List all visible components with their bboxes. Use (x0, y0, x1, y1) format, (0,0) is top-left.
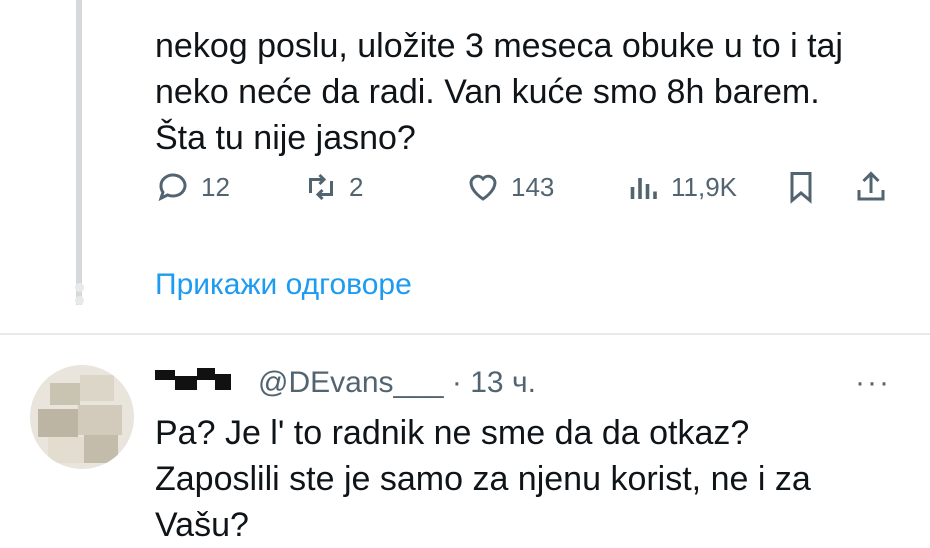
reply-icon (158, 173, 187, 202)
share-button[interactable] (853, 165, 889, 209)
like-button[interactable]: 143 (465, 165, 554, 209)
post-time[interactable]: 13 ч. (470, 366, 536, 399)
tweet-actions: 12 2 143 11,9K (155, 165, 895, 209)
tweet-text-line: nekog poslu, uložite 3 meseca obuke u to… (155, 27, 843, 65)
reply-text-line: Vašu? (155, 506, 249, 544)
thread-dot (75, 296, 84, 305)
reply-count: 12 (201, 171, 230, 202)
views-count: 11,9K (671, 171, 738, 202)
more-options-icon[interactable]: ··· (855, 366, 891, 400)
thread-connector-line (76, 0, 82, 305)
reply-text-line: Zaposlili ste je samo za njenu korist, n… (155, 460, 811, 498)
display-name-redacted[interactable] (155, 366, 245, 396)
reply-body: Pa? Je l' to radnik ne sme da da otkaz? … (155, 410, 895, 548)
views-button[interactable]: 11,9K (625, 165, 737, 209)
tweet-text-line: Šta tu nije jasno? (155, 119, 416, 157)
share-icon (857, 171, 885, 201)
tweet-body: nekog poslu, uložite 3 meseca obuke u to… (155, 0, 885, 161)
like-icon (469, 174, 497, 201)
repost-button[interactable]: 2 (303, 165, 363, 209)
like-count: 143 (511, 171, 555, 202)
show-replies-link[interactable]: Прикажи одговоре (155, 268, 412, 302)
repost-icon (309, 173, 333, 201)
reply-button[interactable]: 12 (155, 165, 230, 209)
meta-separator: · (451, 366, 462, 399)
bookmark-icon (790, 172, 812, 204)
thread-dot (75, 283, 84, 292)
tweet-text-line: neko neće da radi. Van kuće smo 8h barem… (155, 73, 820, 111)
repost-count: 2 (349, 171, 364, 202)
user-handle[interactable]: @DEvans___ (258, 366, 444, 399)
reply-text-line: Pa? Je l' to radnik ne sme da da otkaz? (155, 414, 750, 452)
avatar[interactable] (30, 365, 134, 469)
reply-meta: @DEvans___ · 13 ч. (258, 366, 536, 400)
bookmark-button[interactable] (783, 165, 819, 209)
views-icon (630, 178, 657, 199)
divider (0, 333, 930, 335)
